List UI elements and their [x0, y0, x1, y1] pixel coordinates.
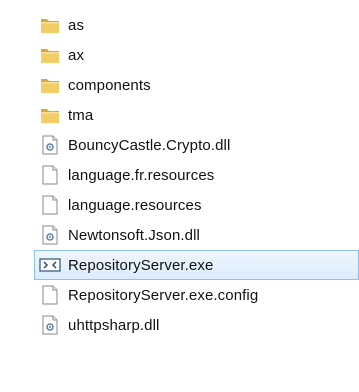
folder-icon	[38, 14, 62, 36]
file-row-repositoryserver-exe[interactable]: RepositoryServer.exe	[34, 250, 359, 280]
exe-file-icon	[38, 254, 62, 276]
folder-icon	[38, 104, 62, 126]
file-icon	[38, 284, 62, 306]
file-row-uhttpsharp-dll[interactable]: uhttpsharp.dll	[34, 310, 359, 340]
file-icon	[38, 164, 62, 186]
file-row-components[interactable]: components	[34, 70, 359, 100]
file-row-tma[interactable]: tma	[34, 100, 359, 130]
file-row-bouncycastle-crypto-dll[interactable]: BouncyCastle.Crypto.dll	[34, 130, 359, 160]
file-name: components	[68, 76, 151, 94]
file-name: tma	[68, 106, 94, 124]
file-list: as ax components tma BouncyCastle.Crypto…	[34, 10, 359, 340]
dll-file-icon	[38, 224, 62, 246]
dll-file-icon	[38, 314, 62, 336]
file-name: uhttpsharp.dll	[68, 316, 160, 334]
file-row-language-fr-resources[interactable]: language.fr.resources	[34, 160, 359, 190]
folder-icon	[38, 74, 62, 96]
file-row-repositoryserver-exe-config[interactable]: RepositoryServer.exe.config	[34, 280, 359, 310]
file-name: language.fr.resources	[68, 166, 215, 184]
file-row-newtonsoft-json-dll[interactable]: Newtonsoft.Json.dll	[34, 220, 359, 250]
dll-file-icon	[38, 134, 62, 156]
file-name: as	[68, 16, 85, 34]
folder-icon	[38, 44, 62, 66]
file-name: language.resources	[68, 196, 202, 214]
file-icon	[38, 194, 62, 216]
file-row-as[interactable]: as	[34, 10, 359, 40]
file-name: RepositoryServer.exe	[68, 256, 214, 274]
file-name: BouncyCastle.Crypto.dll	[68, 136, 231, 154]
file-row-ax[interactable]: ax	[34, 40, 359, 70]
file-row-language-resources[interactable]: language.resources	[34, 190, 359, 220]
file-name: ax	[68, 46, 85, 64]
file-name: Newtonsoft.Json.dll	[68, 226, 200, 244]
file-name: RepositoryServer.exe.config	[68, 286, 259, 304]
